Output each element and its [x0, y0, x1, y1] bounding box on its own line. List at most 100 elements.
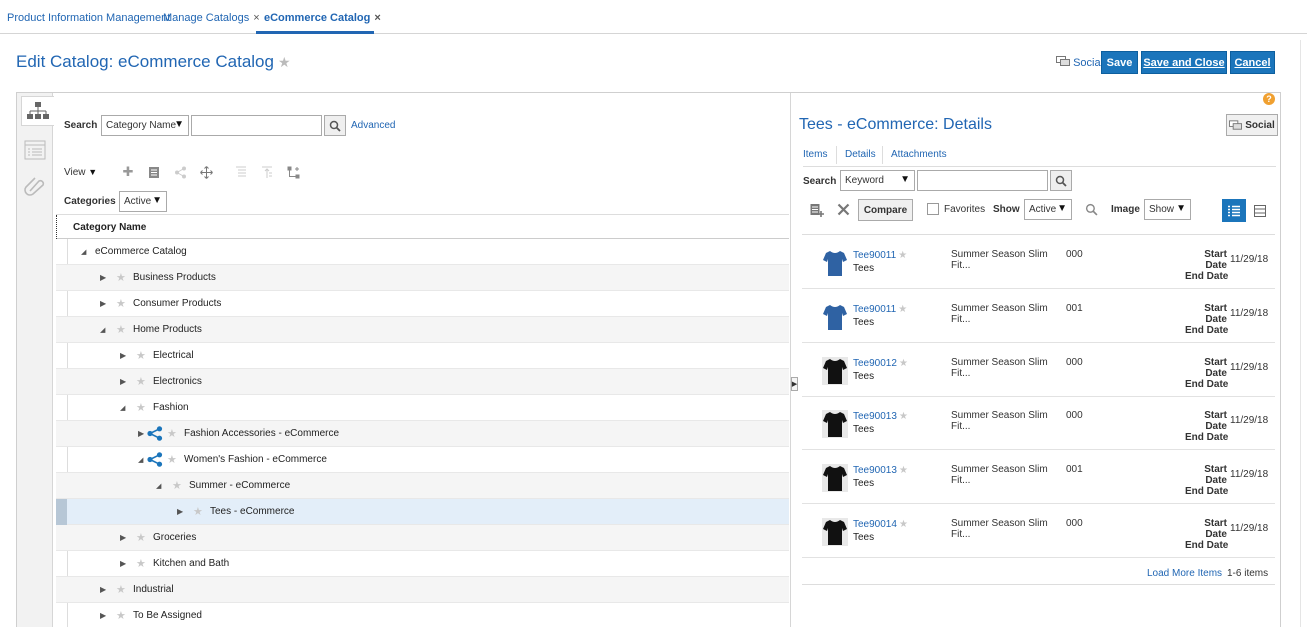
- tree-node-label[interactable]: Electrical: [153, 350, 194, 361]
- tree-row[interactable]: ▶ ★ Groceries: [56, 525, 789, 551]
- tree-row[interactable]: ▶ ★ Electronics: [56, 369, 789, 395]
- tab-attachments[interactable]: Attachments: [891, 149, 947, 160]
- hierarchy-move-icon[interactable]: [286, 165, 300, 179]
- tab-product-information-management[interactable]: Product Information Management: [7, 12, 170, 24]
- item-row[interactable]: Tee90011 ★ Tees Summer Season Slim Fit... 00…: [802, 235, 1275, 289]
- tree-node-label[interactable]: Groceries: [153, 532, 196, 543]
- compare-button[interactable]: Compare: [858, 199, 913, 221]
- tree-node-label[interactable]: Business Products: [133, 272, 216, 283]
- close-icon[interactable]: ×: [374, 12, 380, 24]
- tab-items[interactable]: Items: [803, 149, 827, 160]
- item-number-link[interactable]: Tee90012 ★: [853, 358, 908, 369]
- collapse-node-icon[interactable]: ◢: [81, 248, 86, 256]
- expand-node-icon[interactable]: ▶: [100, 273, 106, 282]
- tree-row[interactable]: ▶ ★ To Be Assigned: [56, 603, 789, 627]
- tree-row[interactable]: ▶ ★ Electrical: [56, 343, 789, 369]
- social-button[interactable]: Social: [1226, 114, 1278, 136]
- move-icon[interactable]: [199, 165, 213, 179]
- items-search-button[interactable]: [1050, 170, 1072, 191]
- star-icon[interactable]: ★: [898, 304, 907, 315]
- tab-manage-catalogs[interactable]: Manage Catalogs ×: [163, 12, 260, 24]
- star-icon[interactable]: ★: [167, 453, 177, 466]
- star-icon[interactable]: ★: [116, 323, 126, 336]
- advanced-search-link[interactable]: Advanced: [351, 120, 395, 131]
- star-icon[interactable]: ★: [136, 349, 146, 362]
- expand-node-icon[interactable]: ▶: [138, 429, 144, 438]
- tree-row[interactable]: ▶ ★ Fashion Accessories - eCommerce: [56, 421, 789, 447]
- tree-node-label[interactable]: Summer - eCommerce: [189, 480, 290, 491]
- star-icon[interactable]: ★: [167, 427, 177, 440]
- item-row[interactable]: Tee90013 ★ Tees Summer Season Slim Fit... 00…: [802, 396, 1275, 451]
- expand-node-icon[interactable]: ▶: [120, 351, 126, 360]
- item-row[interactable]: Tee90011 ★ Tees Summer Season Slim Fit... 00…: [802, 289, 1275, 343]
- expand-node-icon[interactable]: ▶: [120, 533, 126, 542]
- image-show-dropdown[interactable]: Show ▼: [1144, 199, 1191, 220]
- star-icon[interactable]: ★: [193, 505, 203, 518]
- star-icon[interactable]: ★: [899, 411, 908, 422]
- tree-row[interactable]: ◢ ★ Summer - eCommerce: [56, 473, 789, 499]
- item-number-link[interactable]: Tee90013 ★: [853, 411, 908, 422]
- tree-row[interactable]: ◢ eCommerce Catalog: [56, 239, 789, 265]
- star-icon[interactable]: ★: [136, 401, 146, 414]
- collapse-node-icon[interactable]: ◢: [156, 482, 161, 490]
- add-icon[interactable]: ✚: [121, 164, 135, 179]
- item-number-link[interactable]: Tee90011 ★: [853, 304, 907, 315]
- collapse-node-icon[interactable]: ◢: [100, 326, 105, 334]
- star-icon[interactable]: ★: [116, 271, 126, 284]
- tree-row[interactable]: ▶ ★ Business Products: [56, 265, 789, 291]
- items-search-by-dropdown[interactable]: Keyword ▼: [840, 170, 915, 191]
- show-status-dropdown[interactable]: Active ▼: [1024, 199, 1072, 220]
- delete-icon[interactable]: [837, 203, 850, 219]
- collapse-node-icon[interactable]: ◢: [120, 404, 125, 412]
- tree-row[interactable]: ◢ ★ Home Products: [56, 317, 789, 343]
- category-search-input[interactable]: [191, 115, 322, 136]
- star-icon[interactable]: ★: [136, 531, 146, 544]
- panel-splitter[interactable]: ▶: [790, 93, 798, 627]
- star-icon[interactable]: ★: [898, 250, 907, 261]
- item-row[interactable]: Tee90012 ★ Tees Summer Season Slim Fit... 00…: [802, 343, 1275, 397]
- expand-node-icon[interactable]: ▶: [100, 299, 106, 308]
- search-icon[interactable]: [1085, 203, 1098, 219]
- cancel-button[interactable]: Cancel: [1230, 51, 1275, 74]
- edit-document-icon[interactable]: [147, 165, 161, 179]
- social-link[interactable]: Social: [1056, 56, 1103, 69]
- hierarchy-icon[interactable]: [21, 96, 54, 126]
- save-button[interactable]: Save: [1101, 51, 1138, 74]
- load-more-items-link[interactable]: Load More Items: [1147, 568, 1222, 579]
- view-menu[interactable]: View ▼: [64, 167, 97, 178]
- help-icon[interactable]: ?: [1263, 93, 1275, 105]
- item-thumbnail[interactable]: [822, 302, 848, 331]
- search-button[interactable]: [324, 115, 346, 136]
- item-row[interactable]: Tee90013 ★ Tees Summer Season Slim Fit... 00…: [802, 450, 1275, 505]
- search-by-dropdown[interactable]: Category Name ▼: [101, 115, 189, 136]
- collapse-node-icon[interactable]: ◢: [138, 456, 143, 464]
- table-view-button[interactable]: [1248, 199, 1272, 222]
- paperclip-icon[interactable]: [21, 171, 49, 201]
- tree-row[interactable]: ◢ ★ Fashion: [56, 395, 789, 421]
- tree-row[interactable]: ▶ ★ Consumer Products: [56, 291, 789, 317]
- categories-filter-dropdown[interactable]: Active ▼: [119, 191, 167, 212]
- tree-node-label[interactable]: Tees - eCommerce: [210, 506, 294, 517]
- share-icon[interactable]: [173, 165, 187, 179]
- tree-node-label[interactable]: Consumer Products: [133, 298, 221, 309]
- move-up-icon[interactable]: [260, 165, 274, 179]
- expand-node-icon[interactable]: ▶: [177, 507, 183, 516]
- star-icon[interactable]: ★: [899, 358, 908, 369]
- item-thumbnail[interactable]: [822, 356, 848, 385]
- tree-row[interactable]: ▶ ★ Kitchen and Bath: [56, 551, 789, 577]
- list-details-icon[interactable]: [21, 135, 49, 165]
- tree-node-label[interactable]: Women's Fashion - eCommerce: [184, 454, 327, 465]
- tab-ecommerce-catalog[interactable]: eCommerce Catalog ×: [264, 12, 381, 24]
- item-thumbnail[interactable]: [822, 464, 848, 493]
- favorites-checkbox[interactable]: [927, 203, 939, 215]
- star-icon[interactable]: ★: [116, 609, 126, 622]
- tab-details[interactable]: Details: [845, 149, 876, 160]
- tree-node-label[interactable]: Fashion Accessories - eCommerce: [184, 428, 339, 439]
- star-icon[interactable]: ★: [899, 465, 908, 476]
- close-icon[interactable]: ×: [253, 12, 259, 24]
- move-down-icon[interactable]: [234, 165, 248, 179]
- tree-column-header[interactable]: Category Name: [56, 215, 789, 239]
- star-icon[interactable]: ★: [278, 54, 291, 70]
- item-number-link[interactable]: Tee90013 ★: [853, 465, 908, 476]
- tree-node-label[interactable]: Electronics: [153, 376, 202, 387]
